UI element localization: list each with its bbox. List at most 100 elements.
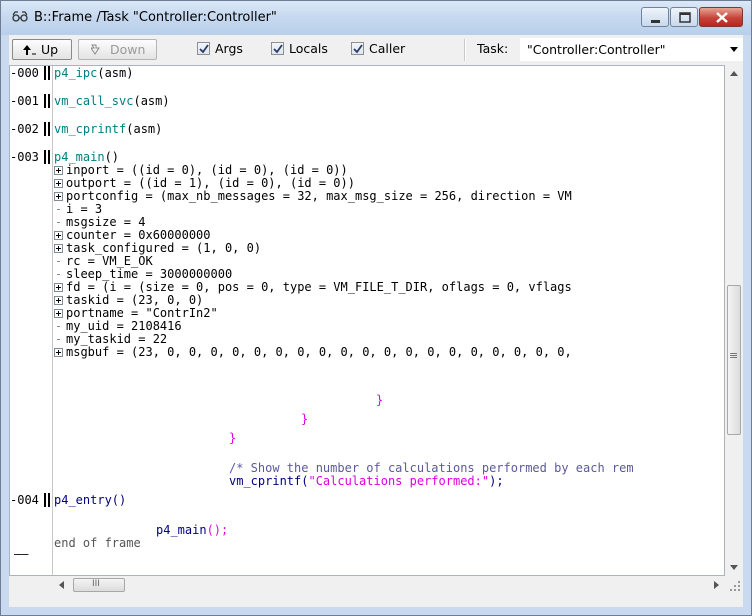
frame-line[interactable]: p4_entry() — [54, 493, 126, 507]
frame-suffix: (asm) — [126, 122, 163, 136]
local-text: inport = ((id = 0), (id = 0), (id = 0)) — [66, 163, 348, 177]
frame-stack-icon — [12, 11, 28, 22]
frame-marker — [48, 122, 50, 136]
source-brace: } — [229, 431, 237, 445]
title-bar[interactable]: B::Frame /Task "Controller:Controller" — [1, 1, 751, 35]
args-checkbox[interactable]: Args — [197, 41, 257, 59]
function-name[interactable]: vm_call_svc — [54, 94, 133, 108]
source-call-args: (); — [206, 523, 229, 537]
expand-icon[interactable] — [54, 283, 63, 292]
chevron-down-icon[interactable] — [729, 45, 739, 53]
local-variable[interactable]: rc = VM_E_OK — [54, 254, 153, 268]
local-variable[interactable]: my_uid = 2108416 — [54, 319, 182, 333]
local-variable[interactable]: inport = ((id = 0), (id = 0), (id = 0)) — [54, 163, 348, 177]
gutter-divider — [52, 66, 53, 575]
expand-icon[interactable] — [54, 231, 63, 240]
end-of-frame-label: end of frame — [54, 536, 141, 550]
minimize-icon — [651, 20, 660, 23]
locals-label: Locals — [289, 41, 328, 56]
expand-icon[interactable] — [54, 309, 63, 318]
local-variable[interactable]: sleep_time = 3000000000 — [54, 267, 232, 281]
local-text: i = 3 — [66, 202, 103, 216]
frame-listing[interactable]: -000 -001 -002 -003 -004 —— p4_ipc(asm) … — [9, 65, 725, 576]
horizontal-scrollbar[interactable]: III — [53, 576, 725, 594]
up-button[interactable]: Up — [12, 39, 72, 60]
expand-icon[interactable] — [54, 296, 63, 305]
function-name[interactable]: p4_ipc — [54, 66, 97, 80]
status-strip — [9, 594, 743, 607]
maximize-button[interactable] — [670, 7, 698, 27]
frame-line[interactable]: p4_main() — [54, 150, 119, 164]
leaf-icon — [54, 319, 63, 333]
up-arrow-icon — [23, 45, 36, 55]
function-name[interactable]: p4_main — [54, 150, 105, 164]
scroll-right-icon[interactable] — [707, 576, 725, 594]
local-variable[interactable]: my_taskid = 22 — [54, 332, 167, 346]
toolbar: Up Down Args Locals Caller Task: "Contro… — [9, 35, 743, 65]
frame-line[interactable]: p4_ipc(asm) — [54, 66, 133, 80]
thumb-grip-icon: ≡ — [729, 349, 739, 362]
checkmark-icon — [273, 44, 283, 54]
frame-number[interactable]: -003 — [10, 150, 42, 164]
local-variable[interactable]: msgsize = 4 — [54, 215, 145, 229]
frame-number[interactable]: -000 — [10, 66, 42, 80]
up-label: Up — [41, 42, 59, 57]
maximize-icon — [679, 12, 691, 23]
local-text: rc = VM_E_OK — [66, 254, 153, 268]
source-function: p4_main — [156, 523, 207, 537]
expand-icon[interactable] — [54, 244, 63, 253]
minimize-button[interactable] — [641, 7, 669, 27]
code-area: p4_ipc(asm) vm_call_svc(asm) vm_cprintf(… — [54, 66, 724, 575]
frame-line[interactable]: vm_cprintf(asm) — [54, 122, 162, 136]
local-variable[interactable]: portconfig = (max_nb_messages = 32, max_… — [54, 189, 572, 203]
scroll-left-icon[interactable] — [53, 576, 71, 594]
local-text: msgbuf = (23, 0, 0, 0, 0, 0, 0, 0, 0, 0,… — [66, 345, 572, 359]
frame-marker — [44, 66, 46, 80]
scroll-up-icon[interactable] — [725, 65, 743, 83]
caller-check-box[interactable] — [351, 42, 364, 55]
function-name[interactable]: vm_cprintf — [54, 122, 126, 136]
local-variable[interactable]: msgbuf = (23, 0, 0, 0, 0, 0, 0, 0, 0, 0,… — [54, 345, 572, 359]
local-variable[interactable]: taskid = (23, 0, 0) — [54, 293, 203, 307]
frame-number[interactable]: -002 — [10, 122, 42, 136]
args-check-box[interactable] — [197, 42, 210, 55]
vertical-scrollbar[interactable]: ≡ — [725, 65, 743, 576]
close-button[interactable] — [699, 7, 743, 27]
source-comment: /* Show the number of calculations perfo… — [229, 461, 634, 475]
task-select[interactable]: "Controller:Controller" — [520, 38, 743, 61]
local-variable[interactable]: counter = 0x60000000 — [54, 228, 211, 242]
caller-checkbox[interactable]: Caller — [351, 41, 421, 59]
task-value: "Controller:Controller" — [527, 42, 666, 57]
frame-number[interactable]: -001 — [10, 94, 42, 108]
leaf-icon — [54, 215, 63, 229]
local-text: my_taskid = 22 — [66, 332, 168, 346]
frame-line[interactable]: vm_call_svc(asm) — [54, 94, 170, 108]
down-button[interactable]: Down — [78, 39, 157, 60]
close-icon — [716, 12, 728, 23]
scroll-down-icon[interactable] — [725, 558, 743, 576]
expand-icon[interactable] — [54, 192, 63, 201]
locals-checkbox[interactable]: Locals — [271, 41, 341, 59]
local-text: portconfig = (max_nb_messages = 32, max_… — [66, 189, 572, 203]
leaf-icon — [54, 254, 63, 268]
expand-icon[interactable] — [54, 166, 63, 175]
local-variable[interactable]: i = 3 — [54, 202, 102, 216]
frame-suffix: (asm) — [133, 94, 170, 108]
expand-icon[interactable] — [54, 179, 63, 188]
frame-marker — [44, 150, 46, 164]
local-variable[interactable]: task_configured = (1, 0, 0) — [54, 241, 261, 255]
locals-check-box[interactable] — [271, 42, 284, 55]
vertical-scroll-thumb[interactable]: ≡ — [727, 285, 741, 435]
resize-grip[interactable] — [725, 576, 743, 594]
function-name[interactable]: p4_entry — [54, 493, 112, 507]
local-variable[interactable]: fd = (i = (size = 0, pos = 0, type = VM_… — [54, 280, 572, 294]
expand-icon[interactable] — [54, 348, 63, 357]
frame-number[interactable]: -004 — [10, 493, 42, 507]
window-title: B::Frame /Task "Controller:Controller" — [34, 10, 277, 25]
horizontal-scroll-thumb[interactable]: III — [73, 578, 125, 592]
local-variable[interactable]: outport = ((id = 1), (id = 0), (id = 0)) — [54, 176, 355, 190]
checkmark-icon — [199, 44, 209, 54]
source-string: "Calculations performed:" — [308, 474, 490, 488]
local-variable[interactable]: portname = "ContrIn2" — [54, 306, 218, 320]
local-text: fd = (i = (size = 0, pos = 0, type = VM_… — [66, 280, 572, 294]
